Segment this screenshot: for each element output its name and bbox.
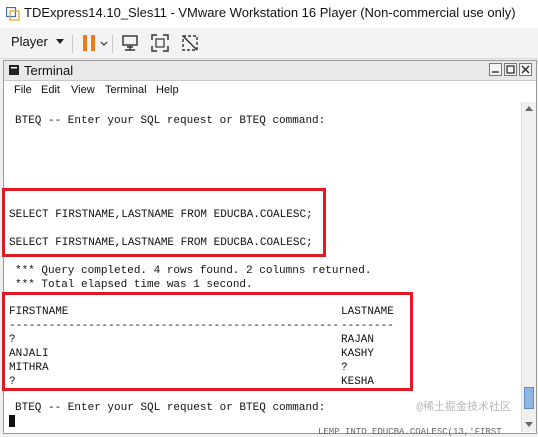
result-cell-firstname: ?	[9, 376, 16, 388]
sql-command: SELECT FIRSTNAME,LASTNAME FROM EDUCBA.CO…	[9, 209, 313, 221]
maximize-icon	[506, 65, 515, 74]
column-header-firstname: FIRSTNAME	[9, 306, 69, 318]
vmware-logo-icon	[6, 7, 20, 21]
vm-toolbar: Player	[0, 28, 538, 59]
player-menu-button[interactable]: Player	[11, 34, 64, 49]
bteq-prompt: BTEQ -- Enter your SQL request or BTEQ c…	[15, 402, 326, 414]
unity-button[interactable]	[180, 32, 200, 54]
terminal-title: Terminal	[24, 63, 74, 78]
elapsed-time: *** Total elapsed time was 1 second.	[15, 279, 253, 291]
result-cell-lastname: KESHA	[341, 376, 375, 388]
background-window-text: LEMP INTO EDUCBA.COALESC(13,'FIRST	[318, 427, 502, 437]
result-cell-firstname: ?	[9, 334, 16, 346]
player-menu-label: Player	[11, 34, 48, 49]
bteq-prompt: BTEQ -- Enter your SQL request or BTEQ c…	[15, 115, 326, 127]
terminal-title-bar: Terminal	[4, 61, 536, 81]
chevron-down-icon	[100, 41, 108, 46]
result-cell-lastname: ?	[341, 362, 348, 374]
minimize-icon	[492, 71, 499, 73]
maximize-button[interactable]	[504, 63, 517, 76]
scrollbar-thumb[interactable]	[524, 387, 534, 409]
column-separator: --------	[341, 320, 394, 332]
menu-file[interactable]: File	[14, 84, 32, 96]
pause-button[interactable]	[80, 32, 108, 54]
query-status: *** Query completed. 4 rows found. 2 col…	[15, 265, 372, 277]
scroll-up-icon[interactable]	[525, 106, 533, 111]
menu-edit[interactable]: Edit	[41, 84, 60, 96]
sql-command: SELECT FIRSTNAME,LASTNAME FROM EDUCBA.CO…	[9, 237, 313, 249]
terminal-output[interactable]: BTEQ -- Enter your SQL request or BTEQ c…	[4, 102, 519, 432]
window-controls	[489, 63, 532, 76]
send-ctrl-alt-del-icon	[122, 35, 138, 51]
result-cell-lastname: RAJAN	[341, 334, 375, 346]
toolbar-divider	[112, 35, 113, 53]
send-ctrl-alt-del-button[interactable]	[120, 32, 140, 54]
menu-help[interactable]: Help	[156, 84, 179, 96]
pause-icon	[83, 35, 95, 51]
terminal-window: Terminal File Edit View Terminal Help BT…	[3, 60, 537, 434]
column-header-lastname: LASTNAME	[341, 306, 394, 318]
fullscreen-button[interactable]	[150, 32, 170, 54]
text-cursor	[9, 415, 15, 427]
result-cell-firstname: MITHRA	[9, 362, 49, 374]
vm-title-bar: TDExpress14.10_Sles11 - VMware Workstati…	[0, 0, 538, 28]
menu-view[interactable]: View	[71, 84, 95, 96]
menu-terminal[interactable]: Terminal	[105, 84, 147, 96]
close-button[interactable]	[519, 63, 532, 76]
fullscreen-icon	[151, 34, 169, 52]
terminal-app-icon	[9, 65, 19, 75]
unity-icon	[182, 35, 198, 51]
result-cell-lastname: KASHY	[341, 348, 375, 360]
toolbar-divider	[72, 35, 73, 53]
terminal-menu-bar: File Edit View Terminal Help	[4, 81, 536, 101]
vertical-scrollbar[interactable]	[521, 102, 536, 432]
vm-window-title: TDExpress14.10_Sles11 - VMware Workstati…	[24, 5, 516, 20]
watermark: @稀土掘金技术社区	[416, 402, 511, 414]
column-separator: ----------------------------------------…	[9, 320, 340, 332]
result-cell-firstname: ANJALI	[9, 348, 49, 360]
close-icon	[521, 65, 530, 74]
minimize-button[interactable]	[489, 63, 502, 76]
chevron-down-icon	[55, 39, 64, 44]
